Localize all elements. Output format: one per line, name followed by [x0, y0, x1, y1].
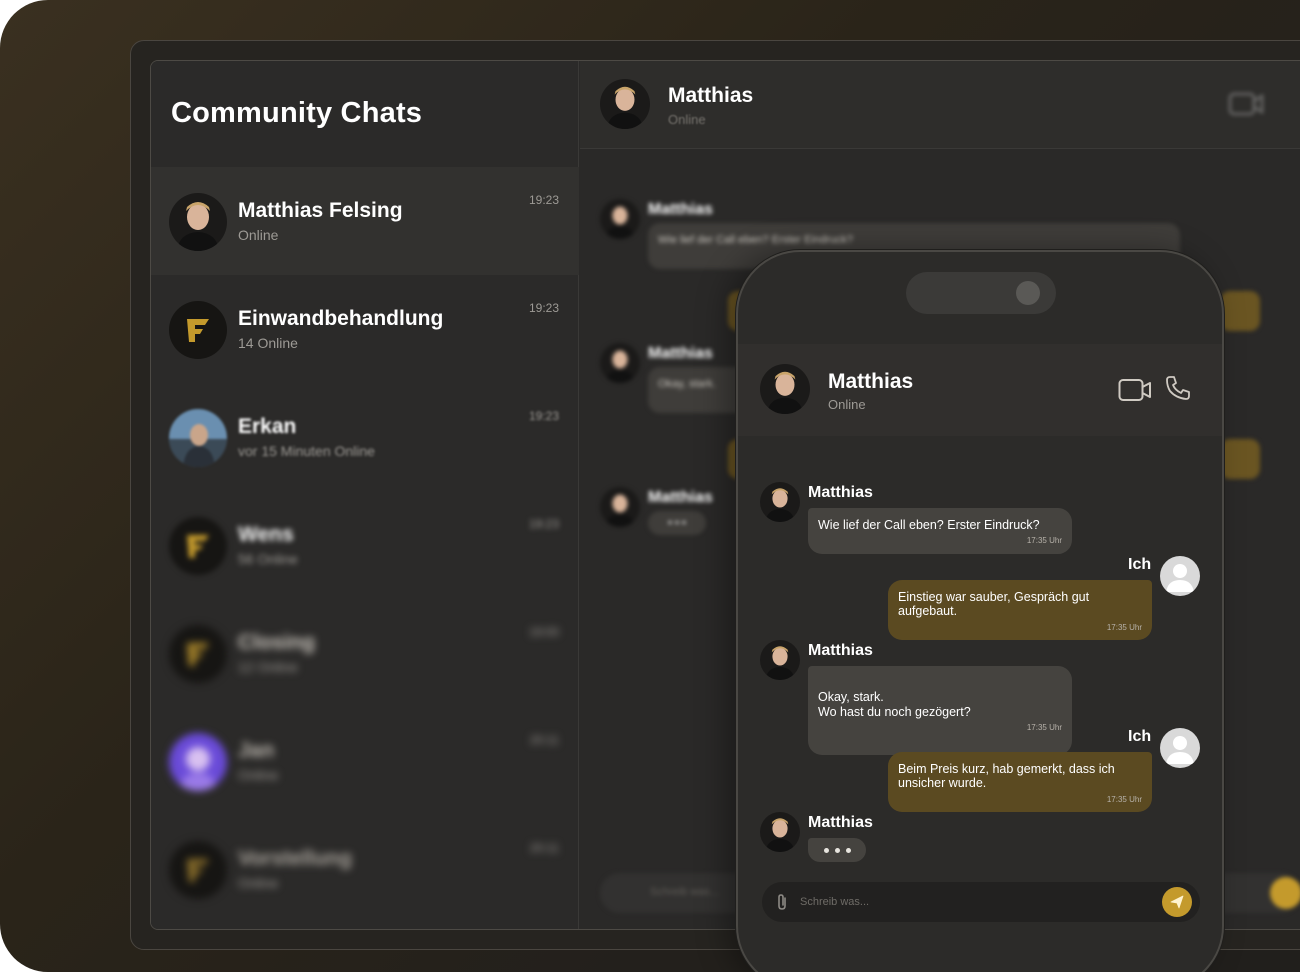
message-text: Okay, stark. Wo hast du noch gezögert?	[818, 690, 971, 719]
outgoing-bubble-fragment	[1220, 291, 1260, 331]
send-button[interactable]	[1162, 887, 1192, 917]
message-sender: Matthias	[808, 642, 873, 659]
message-bubble-incoming: Wie lief der Call eben? Erster Eindruck?…	[808, 508, 1072, 554]
chat-item-einwandbehandlung[interactable]: Einwandbehandlung 14 Online 19:23	[151, 275, 579, 383]
message-time: 17:35 Uhr	[1106, 622, 1142, 632]
chat-item-closing[interactable]: Closing 12 Online 19:00	[151, 599, 579, 707]
dynamic-island	[906, 272, 1056, 314]
composer-placeholder: Schreib was...	[650, 886, 720, 898]
group-logo-icon	[169, 517, 227, 575]
video-call-icon[interactable]	[1118, 378, 1152, 407]
message-sender: Matthias	[648, 345, 713, 362]
avatar	[600, 199, 640, 239]
message-bubble-outgoing: Einstieg war sauber, Gespräch gut aufgeb…	[888, 580, 1152, 640]
send-button[interactable]	[1270, 877, 1300, 909]
chat-status: 56 Online	[238, 551, 298, 567]
avatar	[169, 733, 227, 791]
chat-status: Online	[238, 767, 279, 783]
contact-name: Matthias	[668, 84, 754, 107]
message-composer	[762, 882, 1200, 922]
chat-time: 20:11	[529, 733, 559, 747]
phone-chat-header: Matthias Online	[738, 344, 1222, 436]
attachment-icon[interactable]	[776, 893, 788, 916]
chat-item-matthias-felsing[interactable]: Matthias Felsing Online 19:23	[151, 167, 579, 275]
message-text: Wie lief der Call eben? Erster Eindruck?	[818, 518, 1040, 532]
avatar	[760, 364, 810, 414]
message-sender: Ich	[1128, 728, 1152, 745]
chat-item-erkan[interactable]: Erkan vor 15 Minuten Online 19:23	[151, 383, 579, 491]
avatar	[760, 640, 800, 680]
avatar	[600, 487, 640, 527]
chat-name: Jan	[238, 739, 275, 762]
typing-indicator: • • •	[648, 511, 706, 535]
message-sender: Ich	[1128, 556, 1152, 573]
message-time: 17:35 Uhr	[1026, 723, 1062, 733]
phone-mockup: Matthias Online Matthias Wie lief der Ca…	[736, 250, 1224, 972]
chat-time: 20:11	[529, 841, 559, 855]
chat-item-jan[interactable]: Jan Online 20:11	[151, 707, 579, 815]
message-sender: Matthias	[648, 201, 713, 218]
message-bubble-incoming: Okay, stark. Wo hast du noch gezögert? 1…	[808, 666, 1072, 755]
avatar	[600, 343, 640, 383]
chat-name: Vorstellung	[238, 847, 352, 870]
group-logo-icon	[169, 841, 227, 899]
user-avatar-icon	[1160, 556, 1200, 596]
message-sender: Matthias	[808, 484, 873, 501]
avatar	[169, 409, 227, 467]
message-bubble-outgoing: Beim Preis kurz, hab gemerkt, dass ich u…	[888, 752, 1152, 812]
outgoing-bubble-fragment	[1220, 439, 1260, 479]
chat-status: vor 15 Minuten Online	[238, 443, 375, 459]
avatar	[760, 812, 800, 852]
contact-status: Online	[668, 112, 706, 127]
user-avatar-icon	[1160, 728, 1200, 768]
group-logo-icon	[169, 301, 227, 359]
chat-time: 19:00	[528, 625, 559, 639]
contact-status: Online	[828, 397, 866, 412]
contact-name: Matthias	[828, 370, 914, 393]
chat-status: 12 Online	[238, 659, 298, 675]
message-time: 17:35 Uhr	[1106, 794, 1142, 804]
message-input[interactable]	[800, 882, 1140, 922]
chat-status: Online	[238, 875, 279, 891]
avatar	[760, 482, 800, 522]
chat-name: Einwandbehandlung	[238, 307, 444, 330]
message-text: Einstieg war sauber, Gespräch gut aufgeb…	[898, 590, 1090, 619]
message-sender: Matthias	[648, 489, 713, 506]
chat-name: Wens	[238, 523, 294, 546]
chat-status: Online	[238, 227, 279, 243]
chat-name: Matthias Felsing	[238, 199, 403, 222]
camera-icon	[1016, 281, 1040, 305]
background: Community Chats Matthias Felsing Online …	[0, 0, 1300, 972]
video-call-icon[interactable]	[1228, 91, 1264, 122]
message-sender: Matthias	[808, 814, 873, 831]
chat-name: Erkan	[238, 415, 297, 438]
group-logo-icon	[169, 625, 227, 683]
avatar	[169, 193, 227, 251]
chat-item-wens[interactable]: Wens 56 Online 19:23	[151, 491, 579, 599]
chat-item-vorstellung[interactable]: Vorstellung Online 20:11	[151, 815, 579, 923]
message-time: 17:35 Uhr	[1026, 536, 1062, 546]
message-text: Beim Preis kurz, hab gemerkt, dass ich u…	[898, 762, 1115, 791]
chat-sidebar: Community Chats Matthias Felsing Online …	[151, 61, 579, 929]
chat-name: Closing	[238, 631, 315, 654]
chat-time: 19:23	[528, 193, 559, 207]
typing-indicator	[808, 838, 866, 862]
sidebar-title: Community Chats	[171, 97, 423, 129]
chat-time: 19:23	[528, 409, 559, 423]
desktop-chat-header: Matthias Online	[580, 61, 1300, 149]
chat-time: 19:23	[528, 517, 559, 531]
chat-time: 19:23	[528, 301, 559, 315]
avatar	[600, 79, 650, 129]
chat-status: 14 Online	[238, 335, 298, 351]
phone-call-icon[interactable]	[1164, 374, 1192, 407]
